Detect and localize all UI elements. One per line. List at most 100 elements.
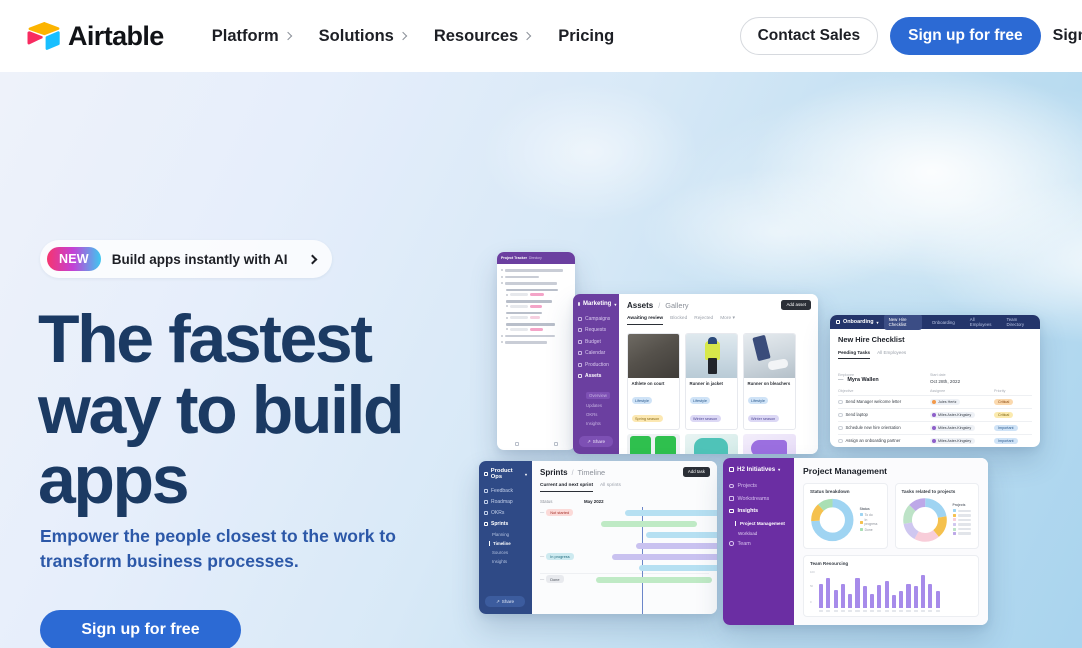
asset-card[interactable]: Athlete on court Lifestyle Spring season [627,333,680,430]
asset-image[interactable] [743,433,796,454]
tab-rejected[interactable]: Rejected [694,316,713,325]
sidebar-subitem-workload[interactable]: Workload [738,531,788,536]
sidebar-subitem-project-management[interactable]: Project Management [735,520,788,526]
checkbox[interactable] [838,412,843,418]
share-label: Share [592,439,606,444]
nav-item-platform[interactable]: Platform [198,19,305,54]
card-project-tracker[interactable]: Project Tracker Directory [497,252,575,450]
sign-in-link[interactable]: Sign in [1053,27,1082,45]
sidebar-item-assets[interactable]: Assets [578,373,614,379]
asset-tag: Winter season [747,415,779,422]
list-item [506,288,571,296]
sidebar-subitem-insights[interactable]: Insights [586,421,614,426]
new-feature-pill[interactable]: NEW Build apps instantly with AI [40,240,332,278]
asset-card[interactable]: Runner on bleachers Lifestyle Winter sea… [743,333,796,430]
assignee-chip: Miles Aster-Kingsley [930,437,976,445]
card-project-management[interactable]: H2 Initiatives ▾ Projects Workstreams In… [723,458,988,625]
bar [862,585,867,608]
nav-item-solutions[interactable]: Solutions [305,19,420,54]
sidebar-item-team[interactable]: Team [729,541,788,547]
checkbox[interactable] [838,399,843,405]
tab-more[interactable]: More ▾ [720,316,735,325]
sidebar-item-workstreams[interactable]: Workstreams [729,496,788,502]
table-row[interactable]: Schedule new hire orientation Miles Aste… [838,420,1032,434]
avatar [931,438,936,444]
sidebar-item-requests[interactable]: Requests [578,327,614,333]
tab-all-employees[interactable]: All Employees [965,315,997,330]
panel-team-resourcing: Team Resourcing 100 50 0 [803,555,979,617]
table-row[interactable]: Send Manager welcome letter Jules Hertz … [838,395,1032,408]
marketing-brand[interactable]: Marketing ▾ [578,301,616,307]
initiatives-brand[interactable]: H2 Initiatives ▾ [729,466,788,473]
table-row[interactable]: Send laptop Miles Aster-Kingsley Critica… [838,407,1032,421]
sidebar-subitem-timeline[interactable]: Timeline [489,541,527,546]
contact-sales-button-nav[interactable]: Contact Sales [739,17,879,55]
sign-up-button-nav[interactable]: Sign up for free [890,17,1041,55]
sidebar-item-budget[interactable]: Budget [578,339,614,345]
sidebar-subitem-sources[interactable]: Sources [492,550,527,555]
sign-up-button-hero[interactable]: Sign up for free [40,610,241,648]
sidebar-item-calendar[interactable]: Calendar [578,350,614,356]
sidebar-subitem-overview[interactable]: Overview [586,392,610,400]
checkbox[interactable] [838,425,843,431]
bar-label [855,609,860,612]
project-tracker-header: Project Tracker Directory [497,252,575,264]
grid-icon [514,442,519,446]
card-marketing-assets[interactable]: Marketing ▾ Campaigns Requests Budget Ca… [573,294,818,454]
project-tracker-title: Project Tracker [501,256,527,260]
tab-blocked[interactable]: Blocked [670,316,687,325]
nav-item-pricing[interactable]: Pricing [544,19,628,54]
bar [935,591,940,608]
tab-team-directory[interactable]: Team Directory [1002,315,1035,330]
checkbox[interactable] [838,438,843,444]
share-button[interactable]: ↗ Share [579,436,613,447]
sidebar-item-roadmap[interactable]: Roadmap [484,499,527,505]
product-ops-brand[interactable]: Product Ops ▾ [484,468,527,480]
chart-icon [729,508,734,514]
sidebar-item-label: Roadmap [491,499,513,505]
nav-item-resources[interactable]: Resources [420,19,544,54]
sidebar-item-feedback[interactable]: Feedback [484,488,527,494]
tab-new-hire-checklist[interactable]: New Hire Checklist [883,315,922,330]
add-asset-button[interactable]: Add asset [781,300,811,310]
bar-label [833,609,838,612]
bar [928,584,933,608]
grid-icon [578,302,580,306]
sidebar-item-production[interactable]: Production [578,362,614,368]
bar-label [920,609,926,612]
add-task-button[interactable]: Add task [682,467,710,477]
sidebar-subitem-insights[interactable]: Insights [492,559,527,564]
subtab-pending-tasks[interactable]: Pending Tasks [838,350,871,359]
sidebar-item-insights[interactable]: Insights [729,508,788,514]
tab-onboarding[interactable]: Onboarding [927,317,960,327]
sidebar-item-projects[interactable]: Projects [729,483,788,489]
share-label: Share [501,599,515,604]
asset-card[interactable]: Runner in jacket Lifestyle Winter season [685,333,738,430]
card-product-ops-timeline[interactable]: Product Ops ▾ Feedback Roadmap OKRs Spri… [479,461,717,614]
sidebar-item-label: Feedback [491,488,513,494]
panel-title: Team Resourcing [810,561,849,566]
table-icon [578,339,582,344]
sidebar-item-sprints[interactable]: Sprints [484,521,527,527]
asset-image[interactable] [627,433,680,454]
share-button[interactable]: ↗ Share [485,596,525,607]
row-objective: Assign an onboarding partner [845,438,901,444]
subtab-all-employees[interactable]: All Employees [877,350,906,359]
sidebar-item-okrs[interactable]: OKRs [484,510,527,516]
onboarding-brand[interactable]: Onboarding ▾ [836,319,879,325]
sidebar-subitem-okrs[interactable]: OKRs [586,412,614,417]
card-onboarding[interactable]: Onboarding ▾ New Hire Checklist Onboardi… [830,315,1040,447]
bar-label [913,609,918,612]
sidebar-subitem-updates[interactable]: Updates [586,403,614,408]
gantt-bar [596,576,712,583]
logo[interactable]: Airtable [27,21,164,52]
initiatives-sidebar: H2 Initiatives ▾ Projects Workstreams In… [723,458,794,625]
sidebar-subitem-planning[interactable]: Planning [492,532,527,537]
asset-image[interactable] [685,433,738,454]
tab-current-next-sprint[interactable]: Current and next sprint [540,483,594,492]
gantt-row: — Not started [540,507,717,518]
tab-awaiting-review[interactable]: Awaiting review [627,316,664,325]
table-row[interactable]: Assign an onboarding partner Miles Aster… [838,433,1032,447]
sidebar-item-campaigns[interactable]: Campaigns [578,316,614,322]
tab-all-sprints[interactable]: All sprints [600,483,621,492]
